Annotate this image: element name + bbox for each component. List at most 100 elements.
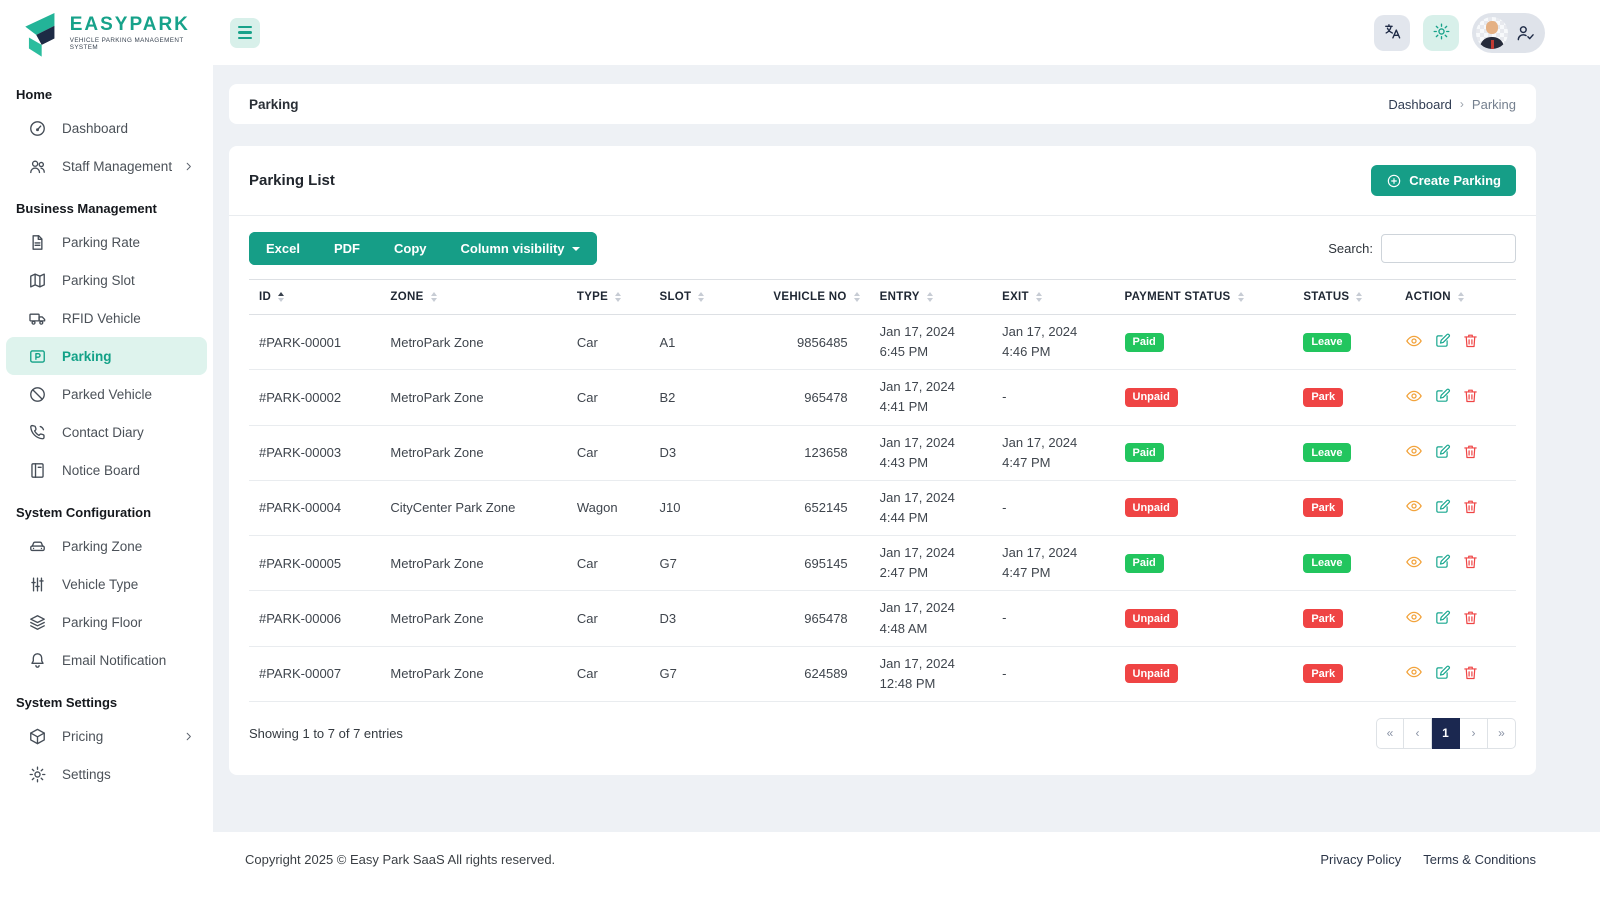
translate-icon xyxy=(1383,22,1402,44)
cell-slot: G7 xyxy=(649,646,733,702)
sidebar-item-pricing[interactable]: Pricing xyxy=(6,717,207,755)
create-parking-button[interactable]: Create Parking xyxy=(1371,165,1516,196)
delete-button[interactable] xyxy=(1462,609,1479,629)
delete-button[interactable] xyxy=(1462,387,1479,407)
users-icon xyxy=(28,157,47,176)
edit-button[interactable] xyxy=(1434,609,1451,629)
cell-type: Car xyxy=(566,535,650,592)
column-header-slot[interactable]: SLOT xyxy=(649,279,733,315)
column-header-type[interactable]: TYPE xyxy=(566,279,650,315)
sidebar: Home Dashboard Staff Management Business Ma… xyxy=(0,65,213,832)
sidebar-item-notice-board[interactable]: Notice Board xyxy=(6,451,207,489)
delete-button[interactable] xyxy=(1462,664,1479,684)
copy-export-button[interactable]: Copy xyxy=(376,232,444,265)
last-page-button[interactable]: » xyxy=(1488,717,1516,749)
edit-button[interactable] xyxy=(1434,443,1451,463)
brand-name: EASYPARK xyxy=(69,13,190,35)
cell-status: Park xyxy=(1293,369,1396,426)
page-1-button[interactable]: 1 xyxy=(1432,717,1460,749)
column-visibility-button[interactable]: Column visibility xyxy=(443,232,597,265)
sort-icon xyxy=(926,291,933,303)
sidebar-item-label: Parking Rate xyxy=(62,234,141,250)
edit-button[interactable] xyxy=(1434,664,1451,684)
language-button[interactable] xyxy=(1374,14,1410,51)
sidebar-item-contact-diary[interactable]: Contact Diary xyxy=(6,413,207,451)
view-button[interactable] xyxy=(1405,332,1423,353)
previous-page-button[interactable]: ‹ xyxy=(1404,717,1432,749)
view-button[interactable] xyxy=(1405,663,1423,684)
sidebar-item-email-notification[interactable]: Email Notification xyxy=(6,641,207,679)
column-header-vehicle-no[interactable]: VEHICLE NO xyxy=(732,279,870,315)
sidebar-item-settings[interactable]: Settings xyxy=(6,755,207,793)
edit-button[interactable] xyxy=(1434,387,1451,407)
export-button-group: Excel PDF Copy Column visibility xyxy=(249,232,597,265)
cell-slot: J10 xyxy=(649,480,733,537)
bell-icon xyxy=(28,651,47,670)
breadcrumb: Dashboard › Parking xyxy=(1388,97,1516,112)
delete-button[interactable] xyxy=(1462,443,1479,463)
sidebar-toggle-button[interactable] xyxy=(230,17,260,48)
chevron-right-icon xyxy=(182,730,195,743)
status-badge: Unpaid xyxy=(1124,664,1178,684)
status-badge: Leave xyxy=(1303,553,1351,573)
user-menu[interactable] xyxy=(1472,12,1545,53)
settings-quick-button[interactable] xyxy=(1423,14,1459,51)
column-header-id[interactable]: ID xyxy=(249,279,381,315)
cell-exit: - xyxy=(992,480,1115,537)
edit-icon xyxy=(1434,498,1451,518)
terms-conditions-link[interactable]: Terms & Conditions xyxy=(1423,852,1536,867)
status-badge: Paid xyxy=(1124,443,1164,463)
car-icon xyxy=(28,537,47,556)
sidebar-item-parking-floor[interactable]: Parking Floor xyxy=(6,603,207,641)
sidebar-item-staff-management[interactable]: Staff Management xyxy=(6,147,207,185)
view-button[interactable] xyxy=(1405,442,1423,463)
sidebar-section-business-management: Business Management xyxy=(16,201,157,216)
table-footer: Showing 1 to 7 of 7 entries «‹ 1 ›» xyxy=(229,702,1536,769)
sidebar-item-vehicle-type[interactable]: Vehicle Type xyxy=(6,565,207,603)
column-header-payment-status[interactable]: PAYMENT STATUS xyxy=(1114,279,1294,315)
breadcrumb-dashboard-link[interactable]: Dashboard xyxy=(1388,97,1452,112)
sidebar-item-parking[interactable]: Parking xyxy=(6,337,207,375)
sidebar-item-parked-vehicle[interactable]: Parked Vehicle xyxy=(6,375,207,413)
app-logo[interactable]: EASYPARK VEHICLE PARKING MANAGEMENT SYST… xyxy=(0,9,213,57)
view-button[interactable] xyxy=(1405,608,1423,629)
cell-payment-status: Unpaid xyxy=(1114,646,1294,702)
delete-button[interactable] xyxy=(1462,553,1479,573)
delete-button[interactable] xyxy=(1462,332,1479,352)
edit-button[interactable] xyxy=(1434,498,1451,518)
sidebar-item-label: Parking xyxy=(62,348,112,364)
sidebar-item-label: Settings xyxy=(62,766,111,782)
cell-action xyxy=(1395,646,1516,702)
view-button[interactable] xyxy=(1405,497,1423,518)
pdf-export-button[interactable]: PDF xyxy=(316,232,377,265)
column-header-exit[interactable]: EXIT xyxy=(992,279,1115,315)
cell-vehicle-no: 965478 xyxy=(732,369,870,426)
sidebar-item-rfid-vehicle[interactable]: RFID Vehicle xyxy=(6,299,207,337)
first-page-button[interactable]: « xyxy=(1376,717,1404,749)
privacy-policy-link[interactable]: Privacy Policy xyxy=(1320,852,1401,867)
eye-icon xyxy=(1405,497,1423,518)
column-header-zone[interactable]: ZONE xyxy=(380,279,567,315)
cell-vehicle-no: 123658 xyxy=(732,425,870,481)
sidebar-item-parking-zone[interactable]: Parking Zone xyxy=(6,527,207,565)
column-header-status[interactable]: STATUS xyxy=(1293,279,1396,315)
sidebar-item-dashboard[interactable]: Dashboard xyxy=(6,109,207,147)
sidebar-item-label: Parking Slot xyxy=(62,272,135,288)
cell-id: #PARK-00001 xyxy=(249,314,381,371)
edit-button[interactable] xyxy=(1434,332,1451,352)
next-page-button[interactable]: › xyxy=(1460,717,1488,749)
cell-action xyxy=(1395,480,1516,537)
delete-button[interactable] xyxy=(1462,498,1479,518)
search-input[interactable] xyxy=(1381,234,1516,263)
column-header-entry[interactable]: ENTRY xyxy=(869,279,993,315)
column-header-action[interactable]: ACTION xyxy=(1395,279,1516,315)
trash-icon xyxy=(1462,553,1479,573)
edit-button[interactable] xyxy=(1434,553,1451,573)
sidebar-item-parking-rate[interactable]: Parking Rate xyxy=(6,223,207,261)
topbar: EASYPARK VEHICLE PARKING MANAGEMENT SYST… xyxy=(0,0,1600,65)
view-button[interactable] xyxy=(1405,387,1423,408)
view-button[interactable] xyxy=(1405,553,1423,574)
excel-export-button[interactable]: Excel xyxy=(249,232,317,265)
cell-vehicle-no: 624589 xyxy=(732,646,870,702)
sidebar-item-parking-slot[interactable]: Parking Slot xyxy=(6,261,207,299)
